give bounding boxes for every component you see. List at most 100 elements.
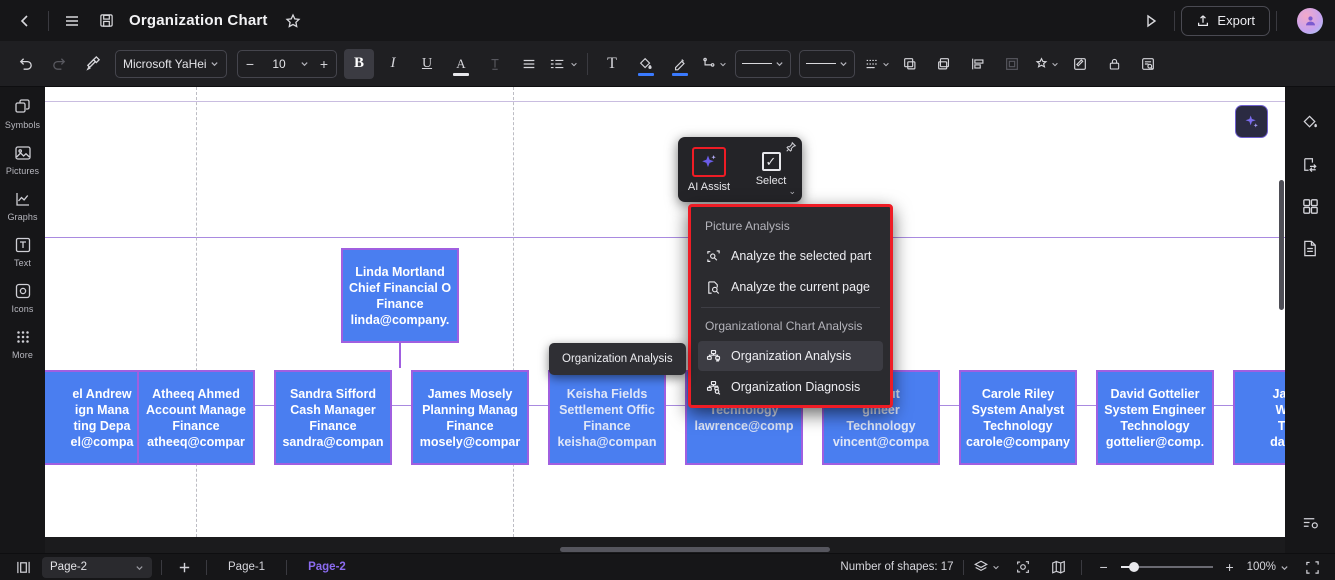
favorite-star-icon[interactable] — [276, 6, 310, 36]
chevron-down-icon[interactable] — [296, 59, 312, 68]
connector-button[interactable] — [699, 49, 729, 79]
sidebar-item-symbols[interactable]: Symbols — [0, 97, 45, 130]
line-style-select[interactable] — [735, 49, 791, 78]
menu-item-organization-analysis[interactable]: Organization Analysis — [698, 341, 883, 371]
zoom-out-button[interactable]: − — [1091, 557, 1117, 578]
page-tab-page-1[interactable]: Page-1 — [216, 561, 277, 573]
text-align-button[interactable] — [514, 49, 544, 79]
zoom-slider[interactable] — [1120, 562, 1213, 572]
align-objects-button[interactable] — [963, 49, 993, 79]
scrollbar-thumb[interactable] — [560, 547, 830, 552]
bold-button[interactable]: B — [344, 48, 374, 79]
text-box-button[interactable]: T — [597, 49, 627, 79]
export-button[interactable]: Export — [1181, 5, 1270, 36]
find-button[interactable] — [1133, 49, 1163, 79]
menu-item-analyze-selected-part[interactable]: Analyze the selected part — [698, 241, 883, 271]
underline-button[interactable]: U — [412, 49, 442, 79]
node-name: Keisha Fields — [566, 386, 648, 401]
node-title: Settlement Offic — [559, 402, 655, 417]
panel-settings[interactable] — [1293, 505, 1327, 539]
floating-ai-toolbar: AI Assist ✓ Select ⌄ — [678, 137, 802, 202]
canvas-page[interactable] — [45, 87, 1285, 537]
undo-button[interactable] — [10, 49, 40, 79]
page-select[interactable]: Page-2 — [42, 556, 152, 578]
panel-components[interactable] — [1293, 189, 1327, 223]
sidebar-item-graphs[interactable]: Graphs — [0, 189, 45, 222]
font-size-stepper[interactable]: − 10 + — [237, 49, 337, 78]
zoom-in-button[interactable]: + — [1217, 557, 1243, 578]
present-button[interactable] — [1134, 6, 1168, 36]
page-tab-page-2[interactable]: Page-2 — [296, 561, 358, 573]
font-size-increase[interactable]: + — [312, 51, 336, 77]
fit-page-button[interactable] — [10, 557, 36, 578]
menu-icon[interactable] — [55, 6, 89, 36]
font-size-input[interactable]: 10 — [262, 57, 296, 71]
bring-forward-button[interactable] — [895, 49, 925, 79]
italic-button[interactable]: I — [378, 49, 408, 79]
org-node[interactable]: Sandra Sifford Cash Manager Finance sand… — [274, 370, 392, 465]
ai-assist-button[interactable]: AI Assist — [678, 137, 740, 202]
menu-item-analyze-current-page[interactable]: Analyze the current page — [698, 272, 883, 302]
select-checkbox[interactable]: ✓ — [761, 152, 781, 171]
layers-button[interactable] — [973, 557, 1000, 578]
add-page-button[interactable] — [171, 557, 197, 578]
menu-section-header: Organizational Chart Analysis — [705, 319, 863, 333]
redo-button[interactable] — [44, 49, 74, 79]
group-button[interactable] — [997, 49, 1027, 79]
node-dept: Tech — [1277, 418, 1285, 433]
line-color-button[interactable] — [665, 49, 695, 79]
tooltip: Organization Analysis — [549, 343, 686, 375]
org-node[interactable]: James Web I Tech damma — [1233, 370, 1285, 465]
lock-button[interactable] — [1099, 49, 1129, 79]
zoom-knob[interactable] — [1128, 562, 1139, 572]
strikethrough-button[interactable] — [480, 49, 510, 79]
org-node-manager[interactable]: Linda Mortland Chief Financial O Finance… — [341, 248, 459, 343]
sidebar-item-icons[interactable]: Icons — [0, 281, 45, 314]
node-title: Account Manage — [145, 402, 246, 417]
ai-context-menu: Picture Analysis Analyze the selected pa… — [688, 204, 893, 408]
chevron-down-icon[interactable]: ⌄ — [788, 186, 796, 197]
org-node[interactable]: Keisha Fields Settlement Offic Finance k… — [548, 370, 666, 465]
map-button[interactable] — [1046, 557, 1072, 578]
effects-button[interactable] — [1031, 49, 1061, 79]
list-button[interactable] — [861, 49, 891, 79]
title-bar-right: Export — [1134, 5, 1335, 36]
save-icon[interactable] — [89, 6, 123, 36]
format-painter-button[interactable] — [78, 49, 108, 79]
node-email: carole@company — [966, 434, 1070, 449]
select-button[interactable]: ✓ Select ⌄ — [740, 137, 802, 202]
fullscreen-button[interactable] — [1299, 557, 1325, 578]
zoom-track[interactable] — [1120, 562, 1213, 572]
font-family-select[interactable]: Microsoft YaHei — [115, 49, 227, 78]
font-color-button[interactable]: A — [446, 49, 476, 79]
text-icon — [13, 235, 33, 255]
back-button[interactable] — [8, 6, 42, 36]
ai-spark-button[interactable] — [1235, 105, 1268, 138]
sidebar-item-text[interactable]: Text — [0, 235, 45, 268]
avatar[interactable] — [1297, 7, 1323, 34]
pin-icon[interactable] — [785, 141, 797, 153]
sidebar-item-more[interactable]: More — [0, 327, 45, 360]
org-node[interactable]: Carole Riley System Analyst Technology c… — [959, 370, 1077, 465]
node-dept: Technology — [846, 418, 916, 433]
panel-document[interactable] — [1293, 231, 1327, 265]
horizontal-scrollbar[interactable] — [90, 546, 1285, 553]
scrollbar-thumb[interactable] — [1279, 180, 1284, 310]
org-node[interactable]: Atheeq Ahmed Account Manage Finance athe… — [137, 370, 255, 465]
send-backward-button[interactable] — [929, 49, 959, 79]
chevron-down-icon — [1052, 62, 1058, 66]
fill-color-button[interactable] — [631, 49, 661, 79]
focus-mode-button[interactable] — [1010, 557, 1036, 578]
canvas[interactable]: Linda Mortland Chief Financial O Finance… — [45, 87, 1285, 553]
edit-button[interactable] — [1065, 49, 1095, 79]
panel-fill[interactable] — [1293, 105, 1327, 139]
org-node[interactable]: James Mosely Planning Manag Finance mose… — [411, 370, 529, 465]
panel-replace[interactable] — [1293, 147, 1327, 181]
sidebar-item-pictures[interactable]: Pictures — [0, 143, 45, 176]
line-spacing-button[interactable] — [548, 49, 578, 79]
org-node[interactable]: David Gottelier System Engineer Technolo… — [1096, 370, 1214, 465]
line-weight-select[interactable] — [799, 49, 855, 78]
menu-item-organization-diagnosis[interactable]: Organization Diagnosis — [698, 372, 883, 402]
sidebar-label: Pictures — [5, 166, 40, 176]
font-size-decrease[interactable]: − — [238, 51, 262, 77]
